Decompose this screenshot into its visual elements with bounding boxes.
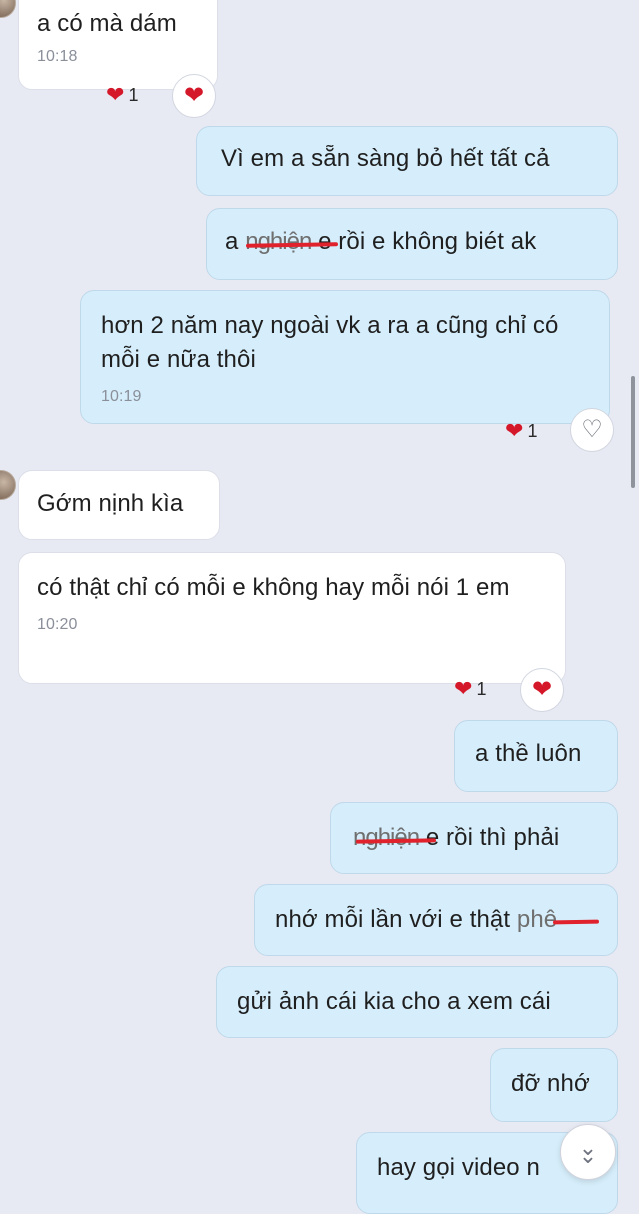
message-incoming[interactable]: có thật chỉ có mỗi e không hay mỗi nói 1…	[18, 552, 566, 684]
message-text: Gớm nịnh kìa	[37, 490, 184, 517]
message-text-before: a	[225, 228, 246, 255]
reaction-summary[interactable]: ❤ 1	[505, 420, 537, 442]
react-heart-button[interactable]: ❤	[520, 668, 564, 712]
message-outgoing[interactable]: nghiện e rồi thì phải	[330, 802, 618, 874]
scroll-to-bottom-button[interactable]: ⌄ ⌄	[560, 1124, 616, 1180]
react-heart-button[interactable]: ❤	[172, 74, 216, 118]
censored-word: phê	[516, 906, 558, 933]
reaction-count: 1	[128, 84, 139, 105]
reaction-summary[interactable]: ❤ 1	[454, 678, 486, 700]
message-text-after: e rồi e không biét ak	[311, 228, 537, 255]
message-text: hay gọi video n	[377, 1154, 540, 1181]
heart-icon: ❤	[505, 418, 524, 443]
react-heart-button[interactable]: ♡	[570, 408, 614, 452]
heart-outline-icon: ♡	[581, 416, 603, 443]
message-text: a thề luôn	[475, 740, 582, 767]
heart-icon: ❤	[531, 676, 553, 703]
message-text: Vì em a sẵn sàng bỏ hết tất cả	[221, 145, 550, 172]
chevron-down-icon: ⌄ ⌄	[578, 1135, 598, 1168]
heart-icon: ❤	[183, 82, 205, 109]
message-time: 10:19	[101, 388, 142, 405]
reaction-count: 1	[527, 420, 538, 441]
avatar[interactable]	[0, 470, 16, 500]
message-text-before: nhớ mỗi lần với e thật	[275, 906, 517, 933]
heart-icon: ❤	[106, 82, 125, 107]
chat-thread: a có mà dám 10:18 ❤ 1 ❤ Vì em a sẵn sàng…	[0, 0, 639, 1214]
reaction-summary[interactable]: ❤ 1	[106, 84, 138, 106]
message-text-after: e rồi thì phải	[419, 824, 560, 851]
censored-word: nghiện	[353, 824, 420, 851]
censor-mark	[552, 919, 600, 925]
scrollbar[interactable]	[631, 376, 635, 488]
message-outgoing[interactable]: hơn 2 năm nay ngoài vk a ra a cũng chỉ c…	[80, 290, 610, 424]
message-text: có thật chỉ có mỗi e không hay mỗi nói 1…	[37, 574, 510, 601]
message-text: đỡ nhớ	[511, 1070, 590, 1097]
message-time: 10:18	[37, 48, 78, 65]
message-text: a có mà dám	[37, 10, 177, 37]
message-time: 10:20	[37, 616, 78, 633]
message-text: gửi ảnh cái kia cho a xem cái	[237, 988, 551, 1015]
message-outgoing[interactable]: a thề luôn	[454, 720, 618, 792]
message-outgoing[interactable]: gửi ảnh cái kia cho a xem cái	[216, 966, 618, 1038]
heart-icon: ❤	[454, 676, 473, 701]
censored-word: nghiện	[245, 228, 312, 255]
message-text: hơn 2 năm nay ngoài vk a ra a cũng chỉ c…	[101, 312, 559, 373]
message-outgoing[interactable]: Vì em a sẵn sàng bỏ hết tất cả	[196, 126, 618, 196]
message-outgoing[interactable]: đỡ nhớ	[490, 1048, 618, 1122]
avatar[interactable]	[0, 0, 16, 18]
reaction-count: 1	[476, 678, 487, 699]
message-incoming[interactable]: Gớm nịnh kìa	[18, 470, 220, 540]
